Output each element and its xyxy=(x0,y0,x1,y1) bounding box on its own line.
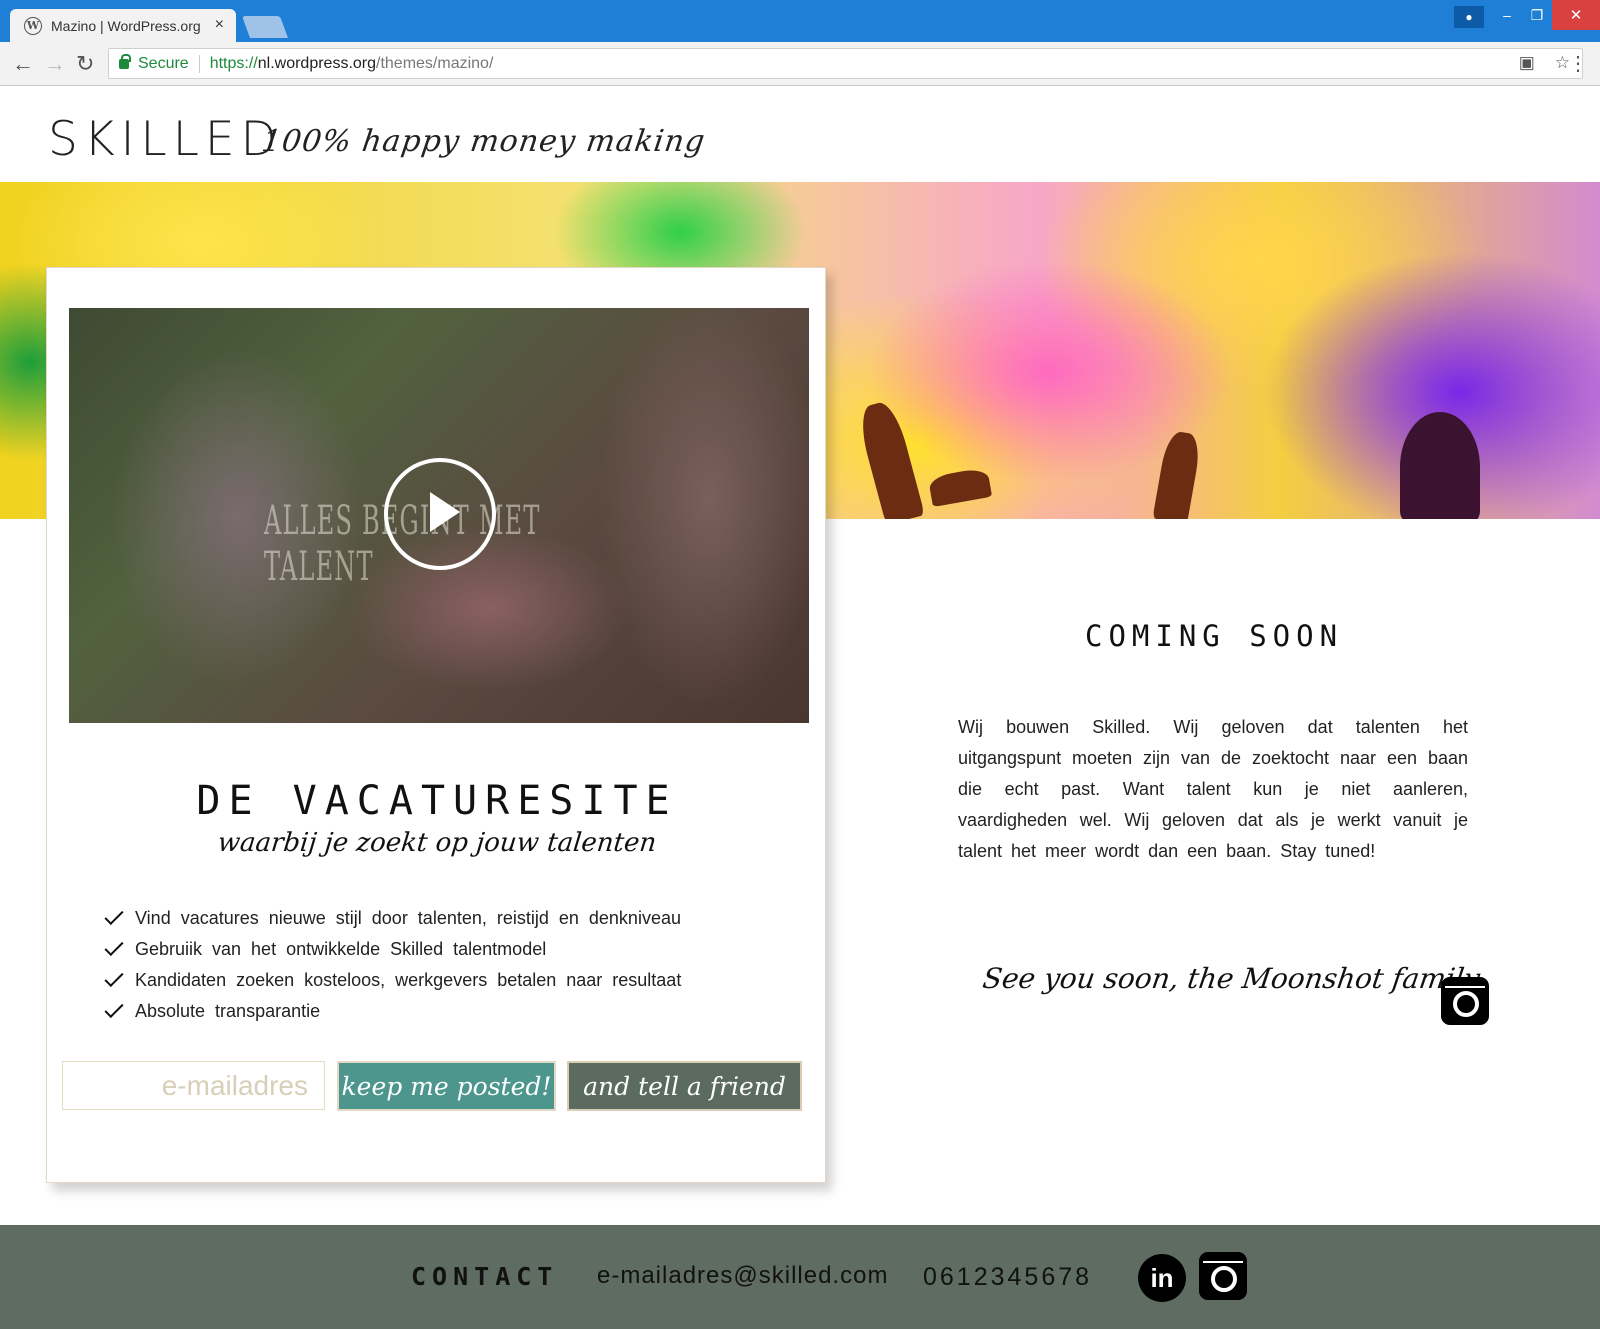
page: SKILLED 100% happy money making ALLES BE… xyxy=(0,87,1600,1329)
translate-icon[interactable]: ▣ xyxy=(1519,53,1535,73)
tab-close-icon[interactable]: × xyxy=(215,16,224,34)
check-icon xyxy=(104,936,124,957)
feature-text: Kandidaten zoeken kosteloos, werkgevers … xyxy=(135,970,682,990)
check-icon xyxy=(104,998,124,1019)
feature-list: Vind vacatures nieuwe stijl door talente… xyxy=(104,903,682,1027)
signoff-text: See you soon, the Moonshot family xyxy=(980,962,1482,995)
card-subtitle: waarbij je zoekt op jouw talenten xyxy=(216,828,658,858)
keep-me-posted-button[interactable]: keep me posted! xyxy=(337,1061,556,1111)
tell-a-friend-button[interactable]: and tell a friend xyxy=(567,1061,802,1111)
reload-icon[interactable]: ↻ xyxy=(76,51,94,77)
back-icon[interactable]: ← xyxy=(12,51,34,77)
hero-hand xyxy=(855,398,925,519)
address-divider xyxy=(198,54,200,73)
feature-text: Gebruiik van het ontwikkelde Skilled tal… xyxy=(135,939,547,959)
check-icon xyxy=(104,905,124,926)
contact-email[interactable]: e-mailadres@skilled.com xyxy=(597,1262,888,1290)
linkedin-icon[interactable]: in xyxy=(1138,1254,1186,1302)
instagram-icon[interactable] xyxy=(1441,977,1489,1025)
feature-text: Vind vacatures nieuwe stijl door talente… xyxy=(135,908,681,928)
window-controls: ● – ❐ ✕ xyxy=(1454,0,1600,30)
browser-tab[interactable]: W Mazino | WordPress.org × xyxy=(10,9,236,42)
url-path: /themes/mazino/ xyxy=(376,54,494,72)
instagram-icon[interactable] xyxy=(1199,1252,1247,1300)
close-icon[interactable]: ✕ xyxy=(1552,0,1600,30)
hero-hand xyxy=(1152,429,1203,519)
restore-icon[interactable]: ❐ xyxy=(1522,0,1552,30)
footer: CONTACT e-mailadres@skilled.com 06123456… xyxy=(0,1225,1600,1329)
wordpress-icon: W xyxy=(24,16,42,35)
list-item: Absolute transparantie xyxy=(104,996,681,1027)
contact-phone[interactable]: 0612345678 xyxy=(923,1263,1092,1292)
secure-label: Secure xyxy=(138,54,189,72)
signup-card: ALLES BEGINT MET TALENT DE VACATURESITE … xyxy=(46,267,826,1183)
site-logo[interactable]: SKILLED xyxy=(48,112,283,167)
feature-text: Absolute transparantie xyxy=(135,1001,321,1021)
new-tab-button[interactable] xyxy=(241,16,289,38)
forward-icon[interactable]: → xyxy=(44,51,66,77)
site-tagline: 100% happy money making xyxy=(259,124,708,159)
browser-toolbar: ← → ↻ Secure https:// nl.wordpress.org /… xyxy=(0,42,1600,86)
list-item: Vind vacatures nieuwe stijl door talente… xyxy=(104,903,681,934)
play-icon[interactable] xyxy=(384,458,496,570)
email-field[interactable] xyxy=(62,1061,325,1110)
contact-label: CONTACT xyxy=(411,1262,559,1291)
check-icon xyxy=(104,967,124,988)
list-item: Gebruiik van het ontwikkelde Skilled tal… xyxy=(104,934,681,965)
hero-person xyxy=(1400,412,1480,519)
tab-title: Mazino | WordPress.org xyxy=(51,17,201,34)
url-host: nl.wordpress.org xyxy=(257,54,377,72)
about-text: Wij bouwen Skilled. Wij geloven dat tale… xyxy=(958,717,1468,861)
coming-soon-heading: COMING SOON xyxy=(1085,619,1344,653)
minimize-icon[interactable]: – xyxy=(1492,0,1522,30)
browser-titlebar: W Mazino | WordPress.org × ● – ❐ ✕ xyxy=(0,0,1600,42)
card-title: DE VACATURESITE xyxy=(196,778,678,824)
lock-icon xyxy=(119,53,131,69)
hero-hand xyxy=(927,467,993,507)
address-bar[interactable]: Secure https:// nl.wordpress.org /themes… xyxy=(108,48,1583,79)
video-player[interactable]: ALLES BEGINT MET TALENT xyxy=(69,308,809,723)
user-icon[interactable]: ● xyxy=(1454,6,1484,28)
url-scheme: https:// xyxy=(209,54,258,72)
menu-icon[interactable]: ⋮ xyxy=(1568,51,1588,76)
list-item: Kandidaten zoeken kosteloos, werkgevers … xyxy=(104,965,682,996)
